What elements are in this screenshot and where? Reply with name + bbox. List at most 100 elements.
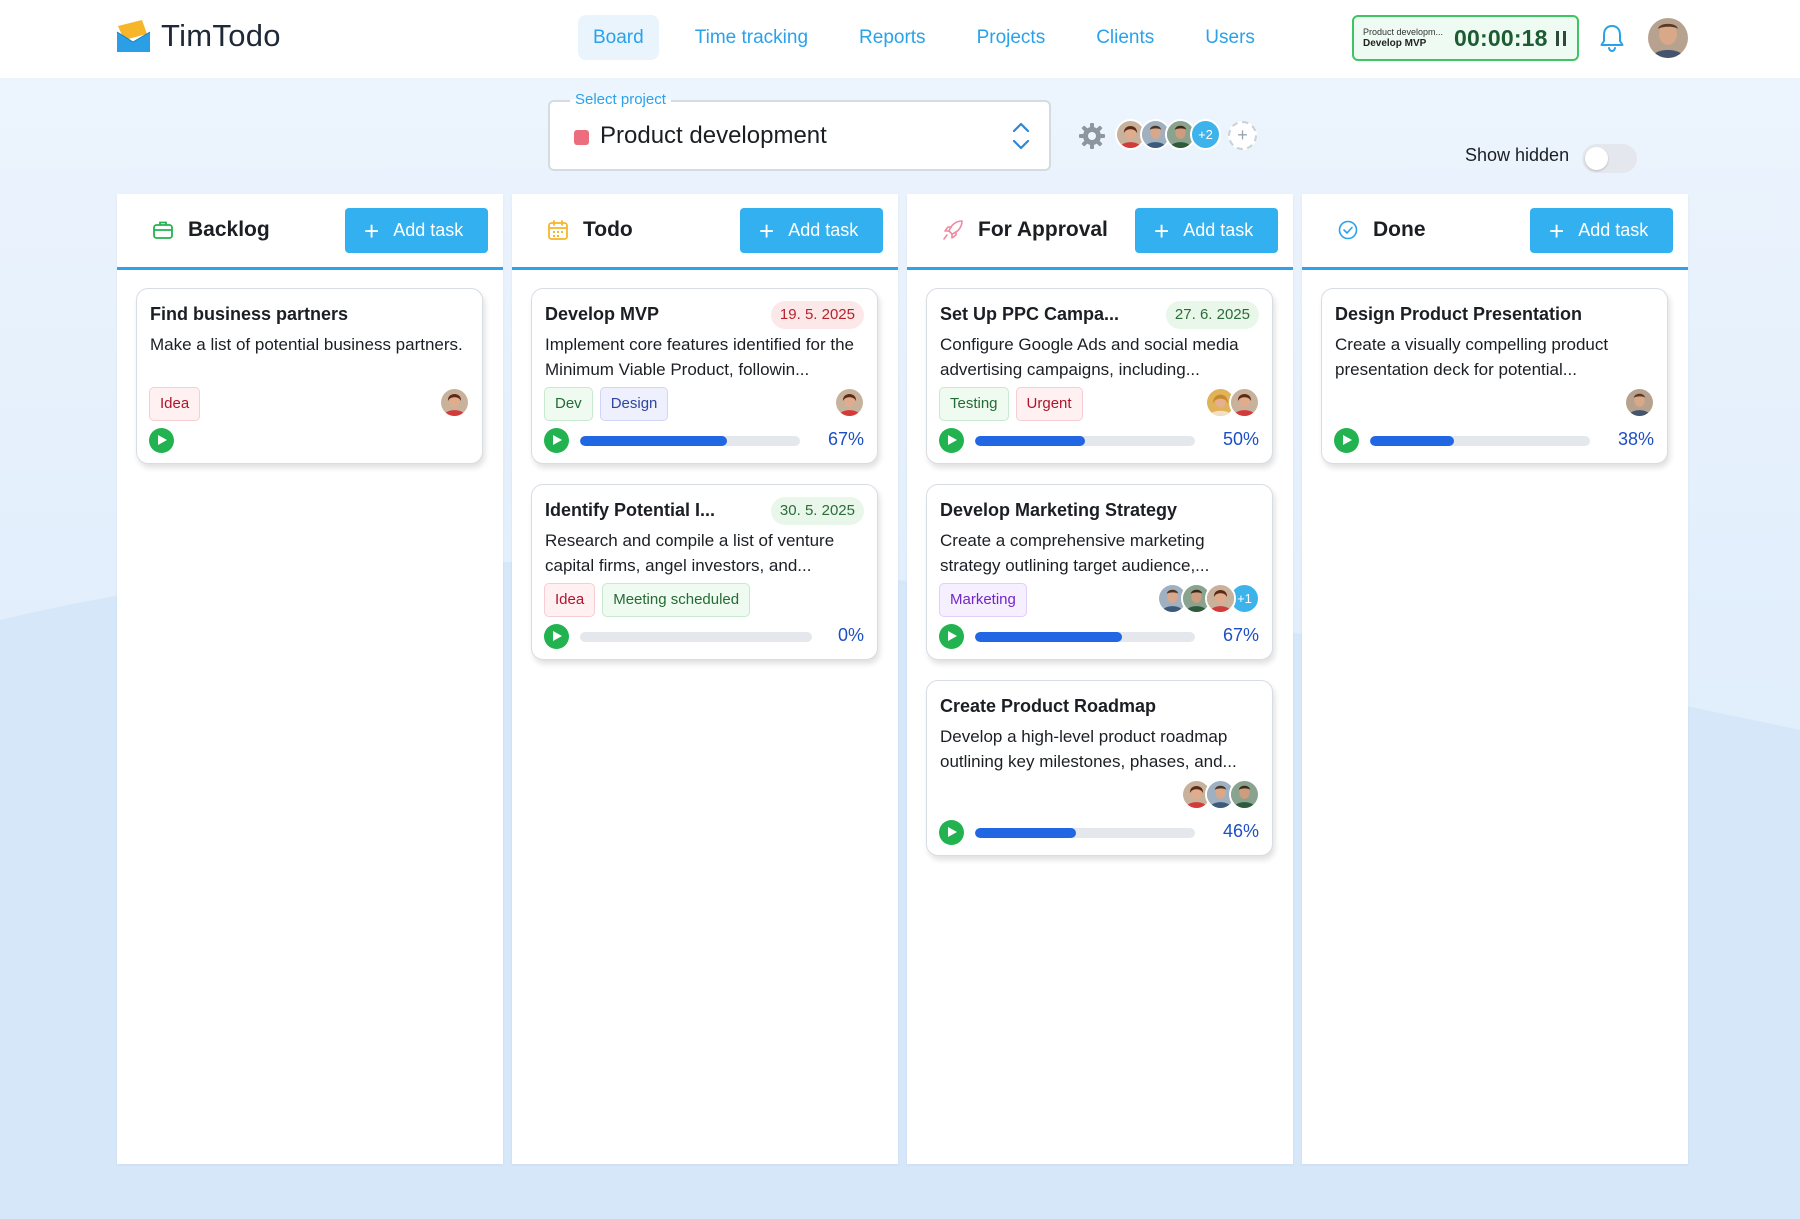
add-task-label: Add task <box>1183 220 1254 240</box>
briefcase-icon <box>153 221 173 239</box>
nav-clients[interactable]: Clients <box>1081 15 1169 60</box>
tag: Meeting scheduled <box>602 583 751 617</box>
task-assignees[interactable] <box>1181 779 1260 810</box>
start-timer-play-icon[interactable] <box>149 428 174 453</box>
start-timer-play-icon[interactable] <box>939 428 964 453</box>
task-title: Develop Marketing Strategy <box>940 500 1178 520</box>
start-timer-play-icon[interactable] <box>939 820 964 845</box>
chevron-updown-icon <box>1012 122 1030 150</box>
column-header: Done + Add task <box>1302 194 1688 270</box>
rocket-icon <box>943 220 963 240</box>
task-title: Design Product Presentation <box>1335 304 1583 324</box>
task-tags: Dev Design <box>544 387 675 421</box>
task-card[interactable]: Design Product Presentation Create a vis… <box>1321 288 1668 464</box>
nav-projects[interactable]: Projects <box>962 15 1061 60</box>
task-title: Find business partners <box>150 304 349 324</box>
timer-time: 00:00:18 <box>1454 24 1548 51</box>
task-progress-bar <box>580 436 800 446</box>
main-nav: Board Time tracking Reports Projects Cli… <box>578 15 1291 60</box>
task-progress-bar <box>975 632 1195 642</box>
task-card[interactable]: Develop Marketing Strategy Create a comp… <box>926 484 1273 660</box>
start-timer-play-icon[interactable] <box>1334 428 1359 453</box>
plus-icon: + <box>1154 215 1170 246</box>
assignee-avatar <box>1624 387 1655 418</box>
show-hidden-toggle[interactable] <box>1582 144 1637 173</box>
task-description: Create a comprehensive marketing strateg… <box>940 531 1210 575</box>
user-avatar[interactable] <box>1647 17 1689 59</box>
nav-time-tracking[interactable]: Time tracking <box>680 15 823 60</box>
task-assignees[interactable]: +1 <box>1157 583 1260 614</box>
tag: Idea <box>149 387 201 421</box>
task-card[interactable]: Set Up PPC Campa... 27. 6. 2025 Configur… <box>926 288 1273 464</box>
column-title: Done <box>1373 218 1426 241</box>
progress-percent: 67% <box>827 429 864 449</box>
project-select[interactable]: Select project Product development <box>548 91 1051 171</box>
progress-fill <box>580 436 728 446</box>
project-members[interactable]: +2 <box>1115 119 1221 150</box>
task-title: Create Product Roadmap <box>940 696 1157 716</box>
progress-percent: 46% <box>1222 821 1259 841</box>
assignee-avatar <box>439 387 470 418</box>
pause-icon[interactable] <box>1555 30 1566 46</box>
timer-task: Develop MVP <box>1363 38 1427 49</box>
gear-icon[interactable] <box>1078 122 1106 150</box>
column-header: For Approval + Add task <box>907 194 1293 270</box>
due-date-badge: 27. 6. 2025 <box>1165 301 1259 329</box>
task-assignees[interactable] <box>1205 387 1260 418</box>
task-assignees[interactable] <box>834 387 865 418</box>
tag: Idea <box>544 583 596 617</box>
add-task-label: Add task <box>788 220 859 240</box>
column-header: Backlog + Add task <box>117 194 503 270</box>
add-task-label: Add task <box>1578 220 1649 240</box>
task-description: Research and compile a list of venture c… <box>545 531 835 575</box>
nav-reports[interactable]: Reports <box>844 15 941 60</box>
task-tags: Testing Urgent <box>939 387 1090 421</box>
column-done: Done + Add task Design Product Presentati… <box>1302 194 1688 1164</box>
show-hidden-label: Show hidden <box>1465 145 1570 165</box>
app-name: TimTodo <box>161 18 281 53</box>
task-title: Identify Potential I... <box>545 500 716 520</box>
nav-board[interactable]: Board <box>578 15 659 60</box>
assignee-avatar <box>1229 387 1260 418</box>
column-todo: Todo + Add task Develop MVP 19. 5. 2025 I… <box>512 194 898 1164</box>
task-card[interactable]: Develop MVP 19. 5. 2025 Implement core f… <box>531 288 878 464</box>
task-description: Implement core features identified for t… <box>545 335 854 379</box>
column-header: Todo + Add task <box>512 194 898 270</box>
logo-icon <box>116 20 151 52</box>
tag: Dev <box>544 387 593 421</box>
members-more-badge: +2 <box>1190 119 1221 150</box>
plus-icon: + <box>759 215 775 246</box>
bell-icon[interactable] <box>1599 23 1625 53</box>
column-title: Backlog <box>188 218 270 241</box>
add-task-button[interactable]: + Add task <box>1135 208 1278 253</box>
assignee-avatar <box>1205 583 1236 614</box>
nav-users[interactable]: Users <box>1190 15 1270 60</box>
task-card[interactable]: Create Product Roadmap Develop a high-le… <box>926 680 1273 856</box>
start-timer-play-icon[interactable] <box>544 624 569 649</box>
column-backlog: Backlog + Add task Find business partners… <box>117 194 503 1164</box>
task-tags: Idea <box>149 387 207 421</box>
timer-labels: Product developm... Develop MVP <box>1363 27 1449 49</box>
add-task-button[interactable]: + Add task <box>740 208 883 253</box>
task-card[interactable]: Find business partners Make a list of po… <box>136 288 483 464</box>
running-timer[interactable]: Product developm... Develop MVP 00:00:18 <box>1352 15 1579 61</box>
add-task-button[interactable]: + Add task <box>345 208 488 253</box>
task-description: Make a list of potential business partne… <box>150 335 463 354</box>
add-task-button[interactable]: + Add task <box>1530 208 1673 253</box>
add-member-button[interactable]: + <box>1228 121 1257 150</box>
task-card[interactable]: Identify Potential I... 30. 5. 2025 Rese… <box>531 484 878 660</box>
start-timer-play-icon[interactable] <box>939 624 964 649</box>
timer-project: Product developm... <box>1363 27 1444 37</box>
progress-fill <box>975 828 1077 838</box>
task-assignees[interactable] <box>1624 387 1655 418</box>
plus-icon: + <box>364 215 380 246</box>
start-timer-play-icon[interactable] <box>544 428 569 453</box>
task-description: Develop a high-level product roadmap out… <box>940 727 1237 771</box>
due-date-badge: 19. 5. 2025 <box>770 301 864 329</box>
app-logo[interactable]: TimTodo <box>116 18 281 54</box>
column-for-approval: For Approval + Add task Set Up PPC Campa.… <box>907 194 1293 1164</box>
task-assignees[interactable] <box>439 387 470 418</box>
task-title: Set Up PPC Campa... <box>940 304 1120 324</box>
project-select-value: Product development <box>600 122 827 149</box>
task-progress-bar <box>580 632 812 642</box>
